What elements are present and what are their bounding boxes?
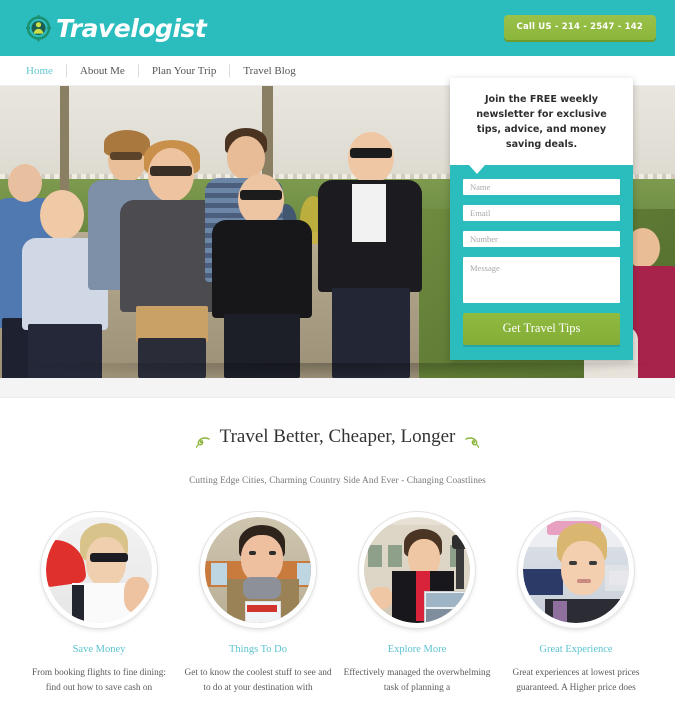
feature-text: Great experiences at lowest prices guara… <box>512 668 640 693</box>
nav-item-home[interactable]: Home <box>26 65 66 77</box>
section-subheading: Cutting Edge Cities, Charming Country Si… <box>189 476 486 486</box>
feature-avatar[interactable] <box>41 512 157 628</box>
message-textarea[interactable] <box>463 257 620 303</box>
get-travel-tips-button[interactable]: Get Travel Tips <box>463 313 620 345</box>
feature-card-explore-more[interactable]: Explore More Effectively managed the ove… <box>342 512 492 696</box>
leaf-swirl-icon <box>195 432 210 448</box>
feature-text: From booking flights to fine dining: fin… <box>31 668 167 693</box>
feature-card-things-to-do[interactable]: Things To Do Get to know the coolest stu… <box>183 512 333 696</box>
section-heading: Travel Better, Cheaper, Longer <box>219 426 456 447</box>
feature-card-save-money[interactable]: Save Money From booking flights to fine … <box>24 512 174 696</box>
newsletter-signup-panel: Join the FREE weekly newsletter for excl… <box>450 78 633 360</box>
features-grid: Save Money From booking flights to fine … <box>0 486 675 696</box>
feature-avatar[interactable] <box>200 512 316 628</box>
number-input[interactable] <box>463 231 620 247</box>
name-input[interactable] <box>463 179 620 195</box>
feature-avatar[interactable] <box>518 512 634 628</box>
newsletter-headline-bubble: Join the FREE weekly newsletter for excl… <box>450 78 633 174</box>
feature-text: Effectively managed the overwhelming tas… <box>343 668 491 693</box>
landing-page: Travelogist Call US - 214 - 2547 - 142 H… <box>0 0 675 711</box>
logo[interactable]: Travelogist <box>26 13 207 43</box>
feature-text: Get to know the coolest stuff to see and… <box>184 668 332 693</box>
feature-title: Explore More <box>387 644 447 655</box>
site-header: Travelogist Call US - 214 - 2547 - 142 <box>0 0 675 56</box>
newsletter-form: Get Travel Tips <box>450 165 633 360</box>
section-heading-row: Travel Better, Cheaper, Longer <box>0 426 675 448</box>
newsletter-headline: Join the FREE weekly newsletter for excl… <box>476 94 607 150</box>
leaf-swirl-icon <box>465 432 480 448</box>
feature-card-great-experience[interactable]: Great Experience Great experiences at lo… <box>501 512 651 696</box>
bubble-tail <box>469 165 485 174</box>
section-divider <box>0 378 675 398</box>
nav-item-plan-your-trip[interactable]: Plan Your Trip <box>139 65 230 77</box>
email-input[interactable] <box>463 205 620 221</box>
feature-title: Save Money <box>72 644 126 655</box>
call-us-button[interactable]: Call US - 214 - 2547 - 142 <box>503 15 656 40</box>
feature-avatar[interactable] <box>359 512 475 628</box>
feature-title: Great Experience <box>539 644 613 655</box>
logo-text: Travelogist <box>56 13 207 43</box>
features-section: Travel Better, Cheaper, Longer Cutting E… <box>0 398 675 696</box>
nav-item-about-me[interactable]: About Me <box>67 65 138 77</box>
person-target-icon <box>26 14 51 42</box>
feature-title: Things To Do <box>229 644 287 655</box>
nav-item-travel-blog[interactable]: Travel Blog <box>230 65 308 77</box>
